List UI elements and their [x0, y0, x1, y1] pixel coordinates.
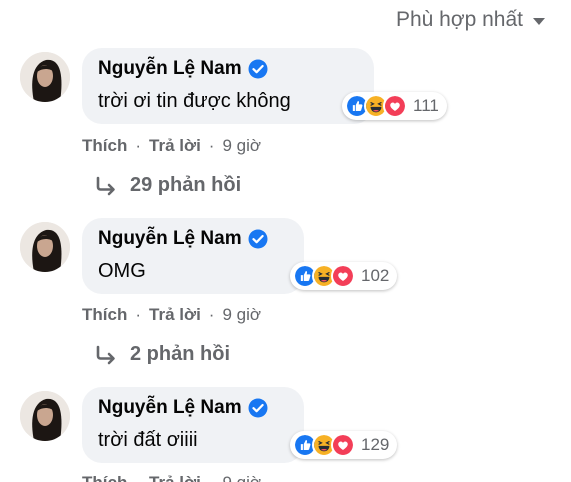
- separator: ·: [208, 136, 215, 155]
- view-replies-link[interactable]: 29 phản hồi: [94, 174, 241, 197]
- separator: ·: [135, 473, 141, 482]
- reaction-count: 111: [413, 96, 439, 115]
- reply-arrow-icon: [96, 345, 115, 364]
- sort-dropdown[interactable]: Phù hợp nhất: [396, 6, 545, 34]
- reaction-summary[interactable]: 111: [342, 92, 447, 120]
- comment-actions: Thích · Trả lời · 9 giờ: [82, 305, 261, 325]
- reaction-summary[interactable]: 102: [290, 262, 398, 290]
- reply-arrow-icon: [96, 176, 115, 195]
- reply-link[interactable]: Trả lời: [149, 136, 201, 156]
- reaction-count: 129: [361, 435, 390, 454]
- avatar[interactable]: [20, 391, 70, 441]
- verified-badge-icon: [248, 59, 268, 79]
- comment-text: trời ơi tin được không: [98, 90, 291, 112]
- comment-text: OMG: [98, 260, 146, 282]
- avatar[interactable]: [20, 222, 70, 272]
- caret-down-icon: [533, 18, 545, 25]
- verified-badge-icon: [248, 398, 268, 418]
- separator: ·: [208, 305, 215, 324]
- author-name[interactable]: Nguyễn Lệ Nam: [98, 228, 242, 250]
- like-link[interactable]: Thích: [82, 473, 127, 482]
- like-link[interactable]: Thích: [82, 305, 127, 325]
- view-replies-link[interactable]: 2 phản hồi: [94, 343, 230, 366]
- comment-bubble: Nguyễn Lệ Nam trời ơi tin được không: [82, 48, 374, 124]
- timestamp[interactable]: 9 giờ: [222, 305, 261, 325]
- timestamp[interactable]: 9 giờ: [222, 136, 261, 156]
- love-icon: [383, 94, 407, 118]
- comment-actions: Thích · Trả lời · 9 giờ: [82, 473, 261, 482]
- love-icon: [331, 264, 355, 288]
- separator: ·: [135, 305, 142, 324]
- like-link[interactable]: Thích: [82, 136, 127, 156]
- comment-bubble: Nguyễn Lệ Nam OMG: [82, 218, 304, 294]
- comment-actions: Thích · Trả lời · 9 giờ: [82, 136, 261, 156]
- reaction-count: 102: [361, 266, 390, 285]
- replies-count: 29 phản hồi: [130, 174, 242, 196]
- replies-count: 2 phản hồi: [130, 343, 230, 365]
- author-name[interactable]: Nguyễn Lệ Nam: [98, 397, 242, 419]
- separator: ·: [135, 136, 142, 155]
- comment-bubble: Nguyễn Lệ Nam trời đất ơiiii: [82, 387, 304, 463]
- verified-badge-icon: [248, 229, 268, 249]
- timestamp[interactable]: 9 giờ: [222, 473, 261, 482]
- reply-link[interactable]: Trả lời: [149, 305, 201, 325]
- comment-text: trời đất ơiiii: [98, 429, 198, 451]
- avatar[interactable]: [20, 52, 70, 102]
- reaction-summary[interactable]: 129: [290, 431, 398, 459]
- separator: ·: [209, 473, 215, 482]
- sort-label: Phù hợp nhất: [395, 8, 523, 31]
- love-icon: [331, 433, 355, 457]
- author-name[interactable]: Nguyễn Lệ Nam: [98, 58, 242, 80]
- reply-link[interactable]: Trả lời: [149, 473, 201, 482]
